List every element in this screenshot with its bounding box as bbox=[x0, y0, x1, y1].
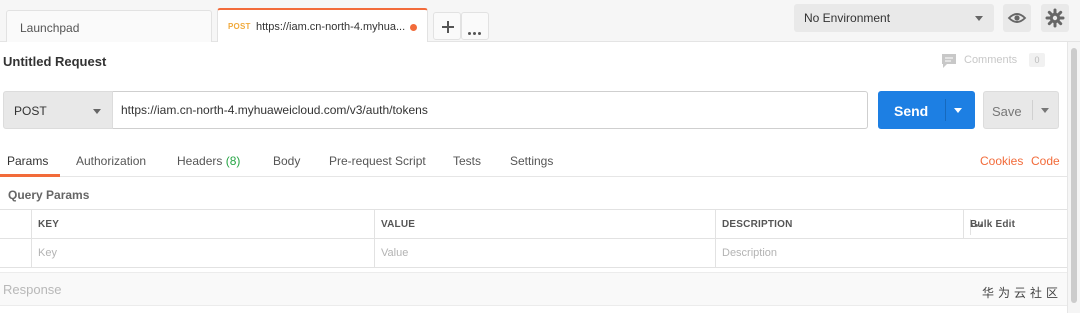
url-input[interactable] bbox=[113, 91, 868, 129]
query-params-title: Query Params bbox=[8, 188, 90, 202]
header-value-label: VALUE bbox=[381, 219, 416, 230]
description-placeholder: Description bbox=[722, 247, 778, 259]
header-description-label: DESCRIPTION bbox=[722, 219, 793, 230]
query-params-table: KEY VALUE DESCRIPTION Bulk Edit Key Valu… bbox=[0, 209, 1067, 268]
tab-tests[interactable]: Tests bbox=[453, 154, 481, 168]
key-input[interactable]: Key bbox=[31, 239, 374, 268]
tab-pre-request-script[interactable]: Pre-request Script bbox=[329, 154, 426, 168]
row-actions-cell bbox=[963, 239, 1067, 268]
code-link[interactable]: Code bbox=[1031, 154, 1060, 168]
caret-down-icon bbox=[93, 109, 101, 114]
description-input[interactable]: Description bbox=[715, 239, 963, 268]
header-check-cell bbox=[0, 210, 31, 239]
value-placeholder: Value bbox=[381, 247, 409, 259]
tab-params[interactable]: Params bbox=[7, 154, 48, 168]
request-title[interactable]: Untitled Request bbox=[3, 54, 106, 69]
bulk-edit-link[interactable]: Bulk Edit bbox=[970, 219, 1015, 230]
header-value: VALUE bbox=[374, 210, 715, 239]
environment-quick-look-button[interactable] bbox=[1003, 4, 1031, 32]
vertical-scrollbar[interactable] bbox=[1067, 42, 1080, 313]
request-subtabs: Params Authorization Headers (8) Body Pr… bbox=[0, 144, 1080, 177]
watermark-text: 华为云社区 bbox=[982, 286, 1063, 300]
comments-count-badge: 0 bbox=[1029, 53, 1045, 67]
row-check-cell[interactable] bbox=[0, 239, 31, 268]
tab-body[interactable]: Body bbox=[273, 154, 300, 168]
environment-select[interactable]: No Environment bbox=[794, 4, 994, 32]
caret-down-icon[interactable] bbox=[1041, 108, 1049, 113]
method-select[interactable]: POST bbox=[3, 91, 113, 129]
table-row: Key Value Description bbox=[0, 239, 1067, 268]
tab-launchpad[interactable]: Launchpad bbox=[6, 10, 212, 42]
table-header-row: KEY VALUE DESCRIPTION Bulk Edit bbox=[0, 210, 1067, 239]
header-key-label: KEY bbox=[38, 219, 60, 230]
unsaved-dot-icon bbox=[410, 24, 417, 31]
tab-headers[interactable]: Headers (8) bbox=[177, 154, 240, 168]
send-divider bbox=[945, 99, 946, 121]
save-divider bbox=[1032, 100, 1033, 120]
response-label: Response bbox=[3, 282, 62, 297]
environment-select-label: No Environment bbox=[804, 11, 891, 25]
header-description: DESCRIPTION bbox=[715, 210, 963, 239]
tab-url-label: https://iam.cn-north-4.myhua... bbox=[256, 21, 406, 33]
save-button[interactable]: Save bbox=[983, 91, 1059, 129]
comments-label: Comments bbox=[964, 54, 1018, 66]
cookies-link[interactable]: Cookies bbox=[980, 154, 1023, 168]
more-icon bbox=[468, 24, 483, 38]
tab-launchpad-label: Launchpad bbox=[20, 21, 80, 35]
active-tab-indicator bbox=[0, 174, 60, 177]
tab-method-badge: POST bbox=[228, 22, 251, 31]
tab-bar: Launchpad POST https://iam.cn-north-4.my… bbox=[0, 0, 1080, 42]
new-tab-button[interactable] bbox=[433, 12, 461, 40]
tab-headers-label: Headers bbox=[177, 154, 223, 168]
key-placeholder: Key bbox=[38, 247, 57, 259]
gear-icon bbox=[1045, 8, 1065, 28]
caret-down-icon bbox=[975, 16, 983, 21]
settings-button[interactable] bbox=[1041, 4, 1069, 32]
caret-down-icon[interactable] bbox=[954, 108, 962, 113]
scrollbar-thumb[interactable] bbox=[1071, 48, 1077, 303]
header-actions: Bulk Edit bbox=[963, 210, 1067, 239]
response-panel[interactable]: Response 华为云社区 bbox=[0, 272, 1067, 306]
send-button-label: Send bbox=[894, 103, 929, 119]
method-select-label: POST bbox=[14, 104, 47, 118]
comment-icon bbox=[942, 54, 956, 68]
eye-icon bbox=[1007, 13, 1027, 23]
tab-untitled-request[interactable]: POST https://iam.cn-north-4.myhua... bbox=[217, 8, 428, 42]
value-input[interactable]: Value bbox=[374, 239, 715, 268]
tab-settings[interactable]: Settings bbox=[510, 154, 553, 168]
tab-authorization[interactable]: Authorization bbox=[76, 154, 146, 168]
headers-count: (8) bbox=[225, 154, 241, 168]
header-key: KEY bbox=[31, 210, 374, 239]
save-button-label: Save bbox=[992, 104, 1022, 119]
tab-options-button[interactable] bbox=[461, 12, 489, 40]
send-button[interactable]: Send bbox=[878, 91, 975, 129]
